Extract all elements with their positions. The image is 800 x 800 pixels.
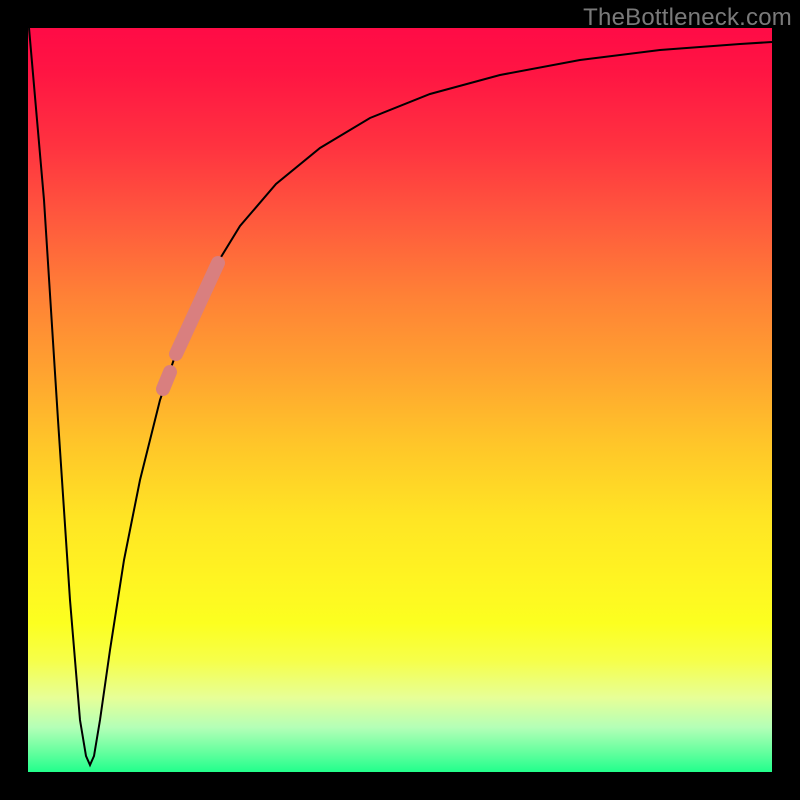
gradient-plot-background — [28, 28, 772, 772]
chart-stage: TheBottleneck.com — [0, 0, 800, 800]
watermark-text: TheBottleneck.com — [583, 4, 792, 32]
